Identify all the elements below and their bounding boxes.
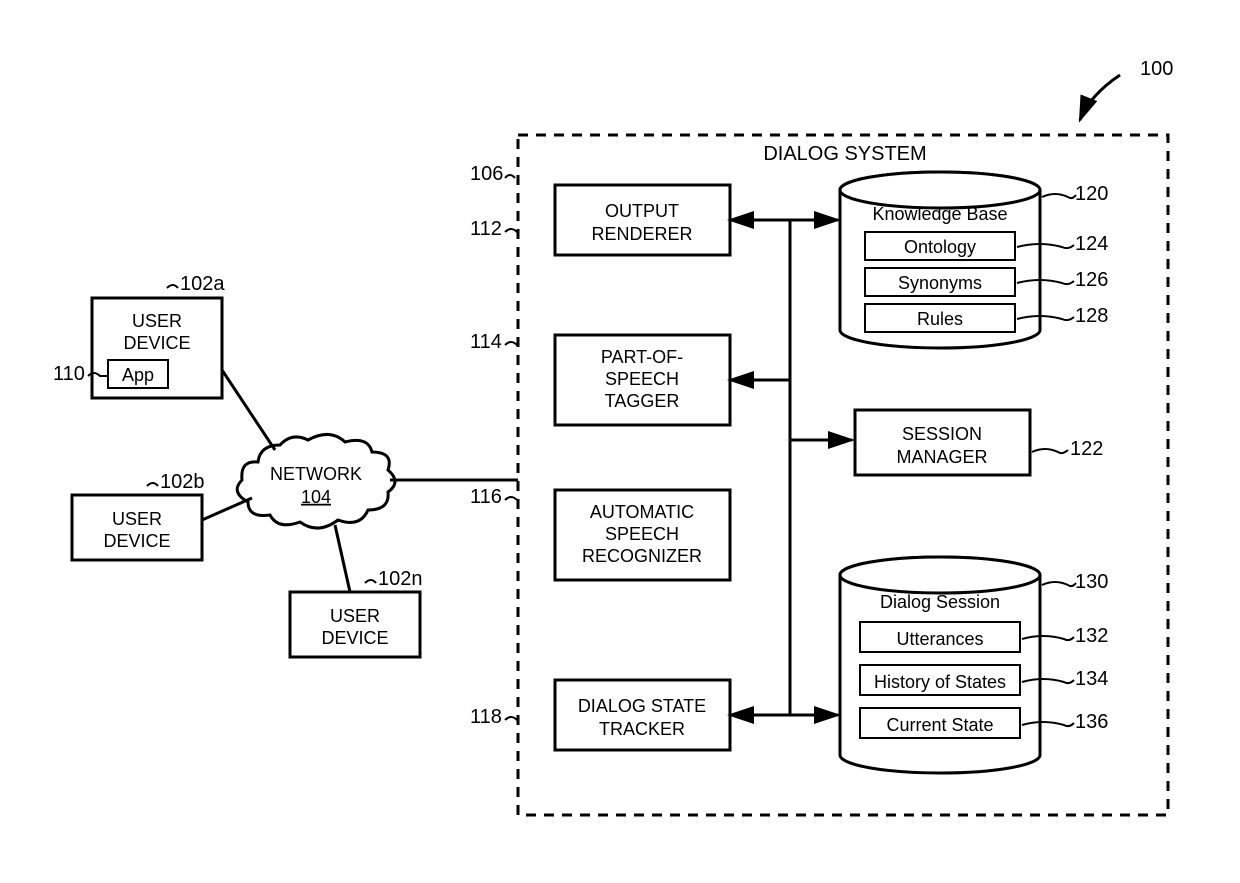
- asr-l2: SPEECH: [605, 524, 679, 544]
- user-device-3-line2: DEVICE: [321, 628, 388, 648]
- dst-l1: DIALOG STATE: [578, 696, 706, 716]
- ref-110: 110: [53, 363, 85, 385]
- ds-history: History of States: [874, 672, 1006, 692]
- ref-102n: 102n: [378, 568, 423, 590]
- line-ud1-network: [222, 370, 275, 450]
- ref-122: 122: [1070, 438, 1103, 460]
- ds-title: Dialog Session: [880, 592, 1000, 612]
- sm-l2: MANAGER: [896, 447, 987, 467]
- kb-synonyms: Synonyms: [898, 273, 982, 293]
- network-label: NETWORK: [270, 464, 362, 484]
- ds-utterances: Utterances: [896, 629, 983, 649]
- ref-102b: 102b: [160, 471, 205, 493]
- line-ud2-network: [202, 498, 252, 520]
- kb-rules: Rules: [917, 309, 963, 329]
- system-ref-label: 100: [1140, 58, 1173, 80]
- ref-112: 112: [470, 218, 502, 240]
- user-device-2-line1: USER: [112, 509, 162, 529]
- user-device-2-line2: DEVICE: [103, 531, 170, 551]
- ref-102a: 102a: [180, 273, 225, 295]
- ref-118: 118: [470, 706, 502, 728]
- ref-116: 116: [470, 486, 502, 508]
- squiggle-106: [505, 175, 515, 178]
- ref-120: 120: [1075, 183, 1108, 205]
- ref-134: 134: [1075, 668, 1108, 690]
- pos-l3: TAGGER: [605, 391, 680, 411]
- diagram-canvas: 100 DIALOG SYSTEM 106 USER DEVICE DEVICE…: [0, 0, 1240, 883]
- dst-l2: TRACKER: [599, 719, 685, 739]
- ref-136: 136: [1075, 711, 1108, 733]
- asr-l1: AUTOMATIC: [590, 502, 694, 522]
- ref-128: 128: [1075, 305, 1108, 327]
- sm-l1: SESSION: [902, 424, 982, 444]
- dialog-system-title: DIALOG SYSTEM: [763, 143, 926, 165]
- line-ud3-network: [335, 525, 350, 592]
- output-renderer-l1: OUTPUT: [605, 201, 679, 221]
- network-ref: 104: [301, 487, 331, 507]
- user-device-1-line2: DEVICE: [123, 333, 190, 353]
- user-device-3-line1: USER: [330, 606, 380, 626]
- pos-l2: SPEECH: [605, 369, 679, 389]
- ref-124: 124: [1075, 233, 1108, 255]
- kb-ontology: Ontology: [904, 237, 976, 257]
- ref-106: 106: [470, 163, 503, 185]
- pos-l1: PART-OF-: [601, 347, 683, 367]
- ds-current: Current State: [886, 715, 993, 735]
- ref-130: 130: [1075, 571, 1108, 593]
- ref-126: 126: [1075, 269, 1108, 291]
- kb-title: Knowledge Base: [872, 204, 1007, 224]
- ref-114: 114: [470, 331, 502, 353]
- app-label: App: [122, 365, 154, 385]
- ref-132: 132: [1075, 625, 1108, 647]
- asr-l3: RECOGNIZER: [582, 546, 702, 566]
- output-renderer-l2: RENDERER: [591, 224, 692, 244]
- system-ref-arrow: [1080, 75, 1120, 120]
- user-device-1-line1: USER: [132, 311, 182, 331]
